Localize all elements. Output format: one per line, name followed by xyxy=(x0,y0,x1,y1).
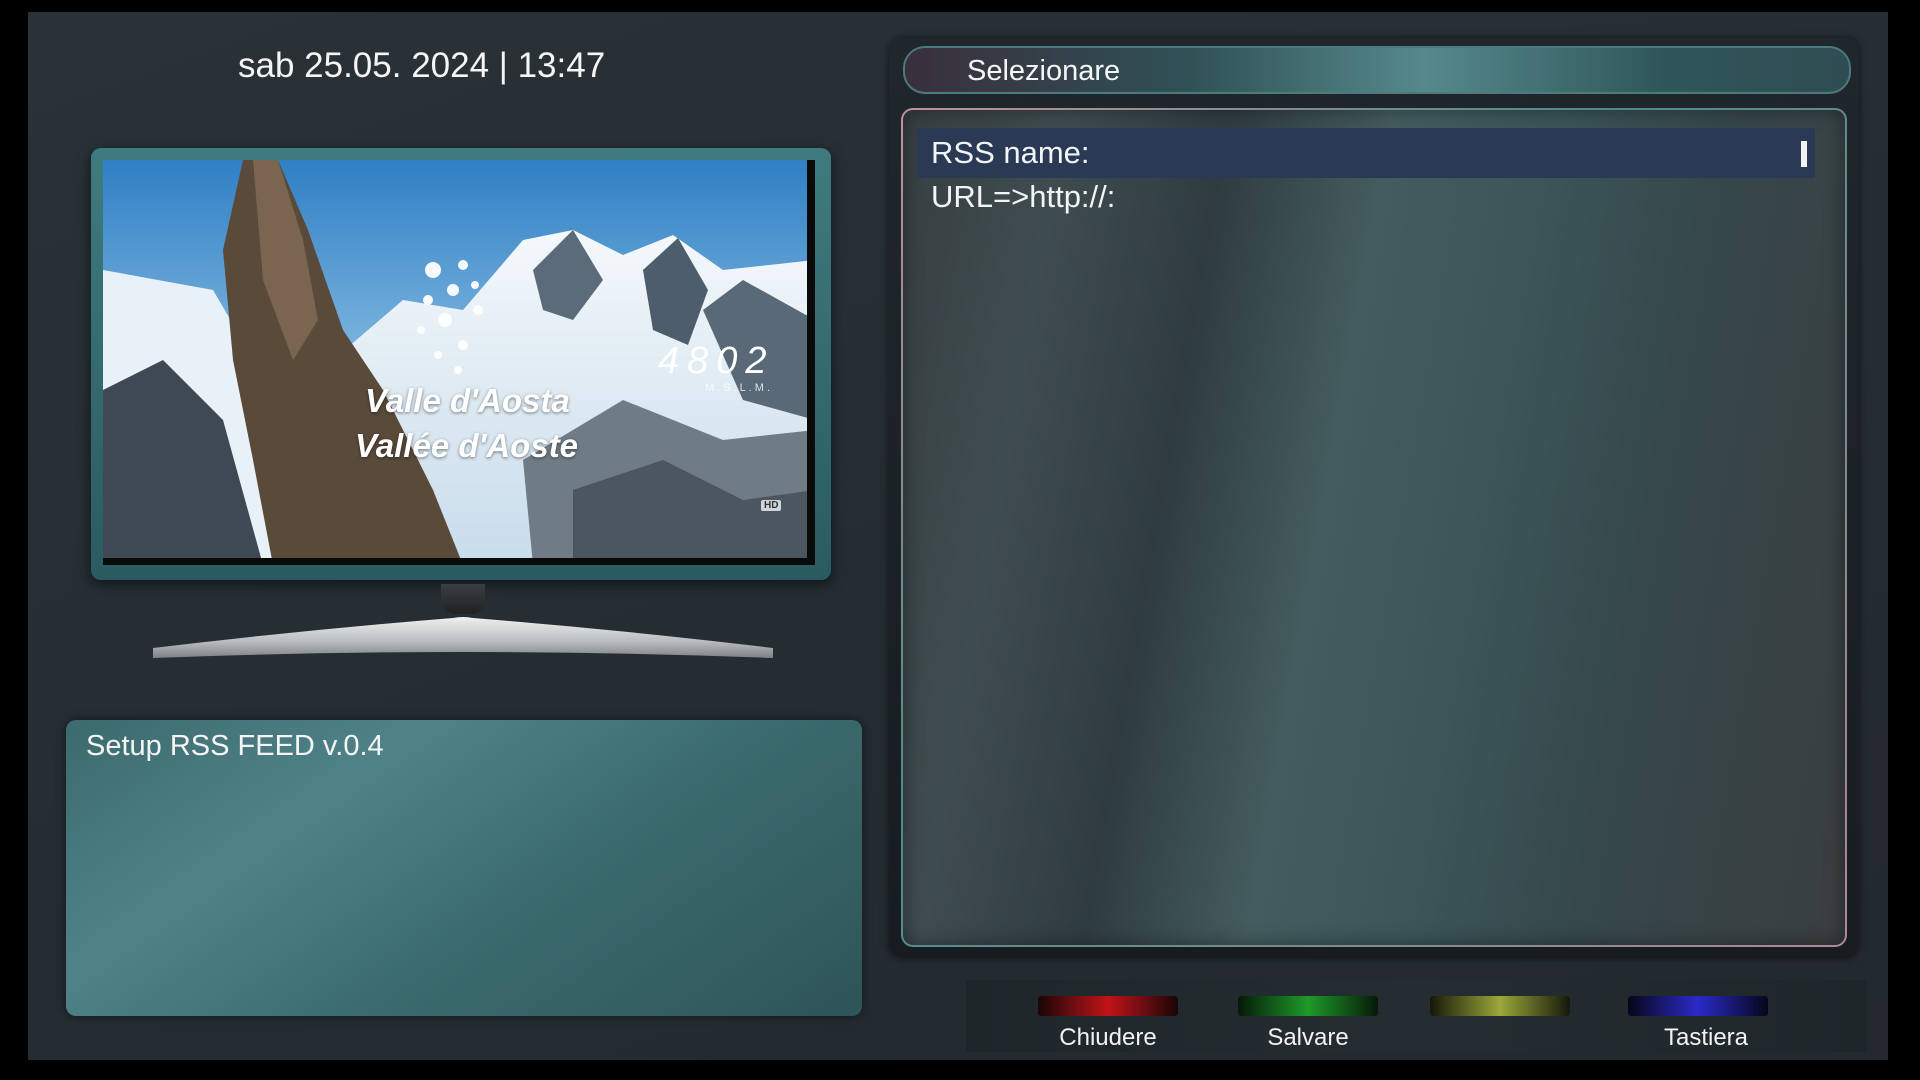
list-item-url[interactable]: URL=>http://: xyxy=(917,172,1815,222)
date-time: sab 25.05. 2024 | 13:47 xyxy=(238,46,606,85)
hd-badge: HD xyxy=(761,500,782,511)
screen: sab 25.05. 2024 | 13:47 Valle d'Aosta Va… xyxy=(28,12,1888,1060)
config-list: RSS name: URL=>http://: xyxy=(901,108,1847,947)
list-item-label: URL=>http://: xyxy=(931,179,1116,214)
text-cursor xyxy=(1801,141,1807,167)
preview-altitude: 4802 xyxy=(658,340,775,382)
green-key-label: Salvare xyxy=(1267,1024,1349,1051)
info-box: Setup RSS FEED v.0.4 xyxy=(66,720,862,1016)
list-item-rss-name[interactable]: RSS name: xyxy=(917,128,1815,178)
plugin-title: Setup RSS FEED v.0.4 xyxy=(86,730,384,762)
tv-stand-base xyxy=(153,617,773,658)
preview-altitude-unit: M.S.L.M. xyxy=(705,382,774,394)
red-key[interactable] xyxy=(1038,996,1178,1016)
tv-preview-frame: Valle d'Aosta Vallée d'Aoste 4802 M.S.L.… xyxy=(91,148,831,580)
blue-key[interactable] xyxy=(1628,996,1768,1016)
panel-header: Selezionare xyxy=(903,46,1851,94)
tv-preview-screen: Valle d'Aosta Vallée d'Aoste 4802 M.S.L.… xyxy=(103,160,815,565)
yellow-key[interactable] xyxy=(1430,996,1570,1016)
preview-logo-line2: Vallée d'Aoste xyxy=(355,427,579,464)
green-key[interactable] xyxy=(1238,996,1378,1016)
preview-logo-line1: Valle d'Aosta xyxy=(365,382,570,419)
blue-key-label: Tastiera xyxy=(1663,1024,1749,1051)
red-key-label: Chiudere xyxy=(1059,1024,1157,1051)
panel-title: Selezionare xyxy=(967,55,1121,87)
config-panel: Selezionare RSS name: URL=>http://: xyxy=(889,38,1859,958)
list-item-label: RSS name: xyxy=(931,135,1090,170)
color-key-bar: Chiudere Salvare Tastiera xyxy=(966,980,1866,1052)
